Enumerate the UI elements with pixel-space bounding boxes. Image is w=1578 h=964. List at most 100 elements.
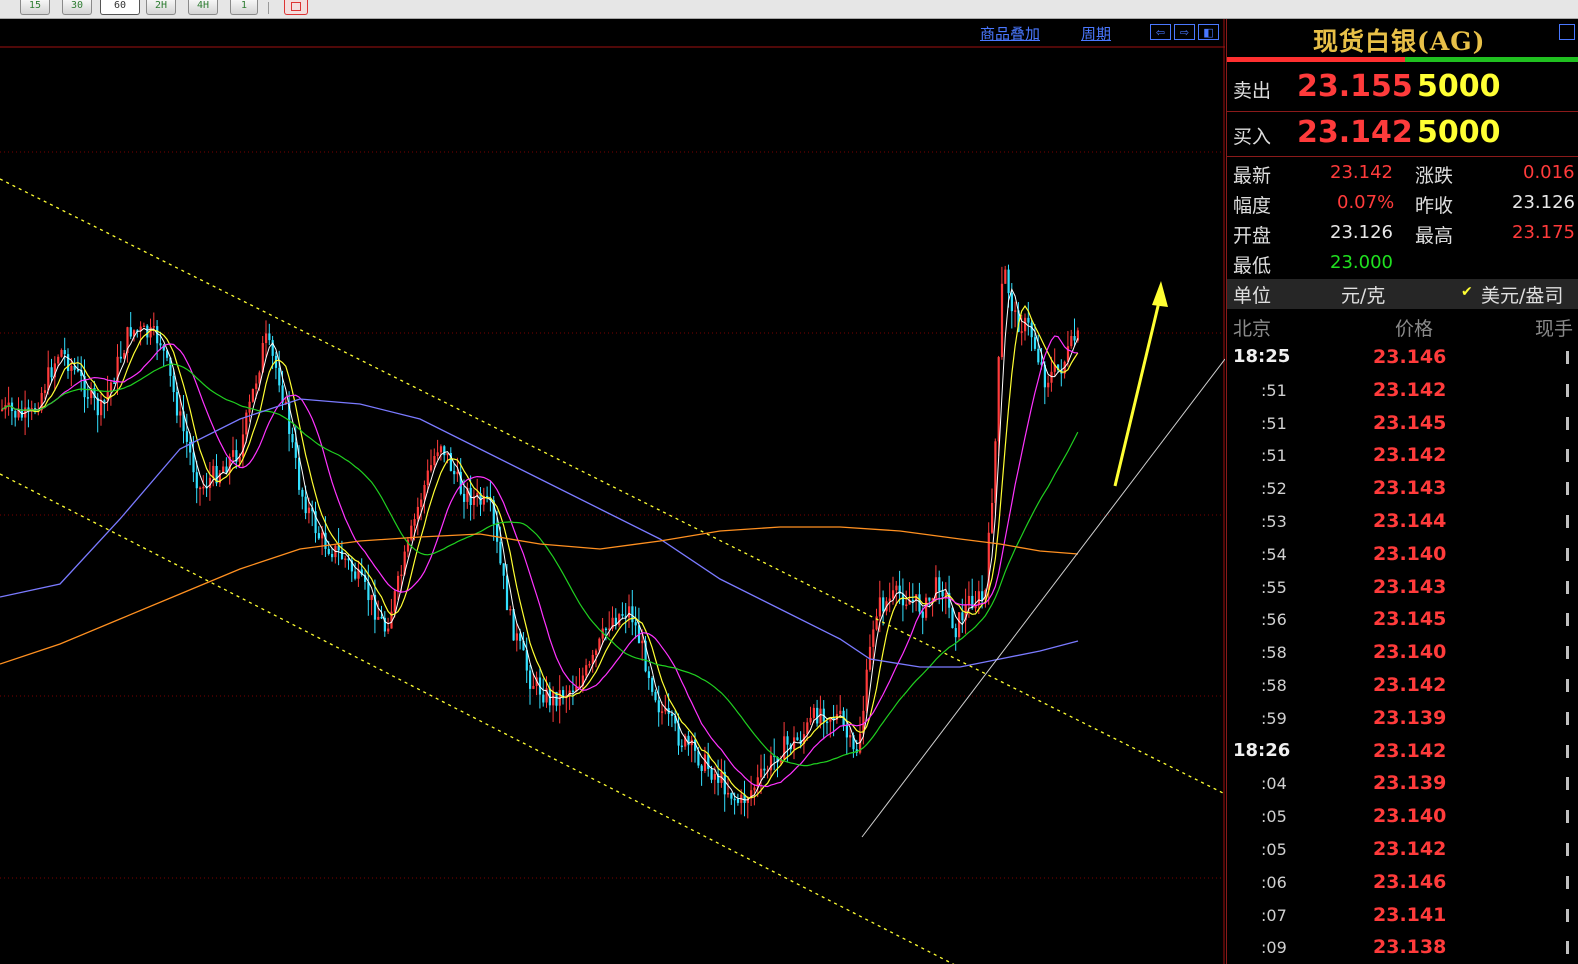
- candle-body: [710, 768, 713, 780]
- candle-body: [618, 614, 621, 626]
- drawing-tool-icon[interactable]: [284, 0, 308, 15]
- change-label: 涨跌: [1415, 165, 1454, 187]
- candle-body: [967, 595, 971, 605]
- candle-body: [571, 690, 575, 693]
- candle-body: [380, 616, 383, 619]
- range-label: 幅度: [1233, 195, 1272, 217]
- period-button-30[interactable]: 30: [62, 0, 92, 15]
- candle-body: [878, 597, 881, 617]
- scroll-left-icon[interactable]: ⇦: [1150, 24, 1171, 40]
- panel-toggle-icon[interactable]: ◧: [1198, 24, 1219, 40]
- candle-body: [733, 798, 736, 801]
- tick-row: :04 23.139: [1227, 768, 1578, 801]
- tick-price: 23.143: [1373, 575, 1447, 598]
- tick-time: :53: [1261, 512, 1287, 531]
- candle-body: [430, 465, 433, 471]
- open-label: 开盘: [1233, 225, 1272, 247]
- candle-body: [156, 326, 159, 344]
- candle-body: [60, 350, 63, 357]
- period-button-60[interactable]: 60: [100, 0, 140, 15]
- up-arrow-icon: [1152, 281, 1168, 307]
- candle-body: [604, 628, 608, 631]
- tick-row: :09 23.138: [1227, 932, 1578, 964]
- sell-ratio-bar: [1227, 57, 1405, 62]
- candle-body: [515, 633, 518, 641]
- tick-price: 23.142: [1373, 674, 1447, 696]
- quote-panel: 现货白银(AG) 卖出 23.155 5000 买入 23.142 5000 最…: [1226, 19, 1578, 964]
- period-button-15[interactable]: 15: [20, 0, 50, 15]
- candle-body: [1037, 348, 1040, 363]
- period-button-2h[interactable]: 2H: [146, 0, 176, 15]
- tick-row: :51 23.142: [1227, 440, 1578, 473]
- candle-body: [499, 541, 502, 564]
- tick-price: 23.146: [1373, 346, 1447, 368]
- candle-body: [413, 519, 416, 526]
- tick-price: 23.145: [1373, 608, 1447, 631]
- low-label: 最低: [1233, 255, 1272, 277]
- candle-body: [786, 736, 789, 745]
- candle-body: [905, 604, 908, 606]
- tick-time: :59: [1261, 708, 1287, 728]
- tick-price: 23.140: [1373, 542, 1447, 565]
- candle-body: [670, 713, 674, 716]
- candle-body: [1007, 269, 1010, 294]
- candle-body: [301, 489, 304, 497]
- kline-chart[interactable]: 商品叠加 周期 ⇦ ⇨ ◧: [0, 19, 1225, 964]
- candle-body: [370, 594, 373, 601]
- buy-ratio-bar: [1405, 57, 1578, 62]
- buy-label: 买入: [1233, 126, 1272, 148]
- candle-body: [651, 677, 654, 692]
- tick-price: 23.139: [1373, 772, 1447, 795]
- candle-body: [268, 333, 271, 341]
- tick-price: 23.141: [1373, 903, 1447, 926]
- tick-time: :54: [1261, 544, 1287, 564]
- candle-body: [954, 628, 957, 638]
- candle-body: [119, 356, 122, 359]
- tick-row: :58 23.140: [1227, 637, 1578, 670]
- tick-volume-mark: [1566, 843, 1569, 856]
- window-icon[interactable]: [1559, 24, 1575, 40]
- candle-body: [7, 402, 10, 406]
- tick-price: 23.143: [1373, 477, 1447, 500]
- candle-body: [67, 354, 70, 372]
- candle-body: [812, 707, 815, 718]
- tick-volume-mark: [1566, 777, 1569, 791]
- candle-body: [505, 575, 509, 611]
- period-button-1[interactable]: 1: [230, 0, 258, 15]
- unit-alt[interactable]: 美元/盎司: [1481, 281, 1563, 308]
- candle-body: [278, 367, 281, 386]
- candle-body: [192, 452, 195, 473]
- candle-body: [245, 412, 248, 435]
- candle-body: [631, 606, 634, 623]
- tick-price: 23.145: [1373, 411, 1447, 434]
- candle-body: [588, 663, 591, 666]
- candle-body: [826, 721, 829, 724]
- candle-body: [713, 774, 716, 780]
- candle-body: [816, 707, 819, 724]
- tick-price: 23.138: [1373, 936, 1447, 959]
- period-button-4h[interactable]: 4H: [188, 0, 218, 15]
- period-link[interactable]: 周期: [1081, 23, 1111, 44]
- candle-body: [298, 457, 301, 490]
- candle-body: [641, 640, 644, 644]
- tick-price: 23.142: [1373, 739, 1447, 762]
- tick-row: :54 23.140: [1227, 539, 1578, 572]
- tick-price: 23.139: [1373, 706, 1447, 729]
- candle-body: [892, 590, 895, 599]
- candle-body: [1027, 317, 1030, 323]
- candle-body: [463, 493, 466, 502]
- unit-value[interactable]: 元/克: [1341, 281, 1385, 308]
- overlay-link[interactable]: 商品叠加: [980, 23, 1040, 44]
- chart-canvas[interactable]: [0, 19, 1225, 964]
- candle-body: [585, 665, 588, 676]
- unit-label: 单位: [1233, 285, 1272, 307]
- candle-body: [730, 792, 733, 799]
- candle-body: [961, 612, 964, 621]
- tick-row: :53 23.144: [1227, 506, 1578, 539]
- col-price-header: 价格: [1395, 318, 1434, 340]
- ma10-line: [1, 305, 1079, 799]
- candle-body: [179, 411, 182, 416]
- scroll-right-icon[interactable]: ⇨: [1174, 24, 1195, 40]
- tick-time: :51: [1261, 413, 1287, 433]
- candle-body: [703, 754, 707, 771]
